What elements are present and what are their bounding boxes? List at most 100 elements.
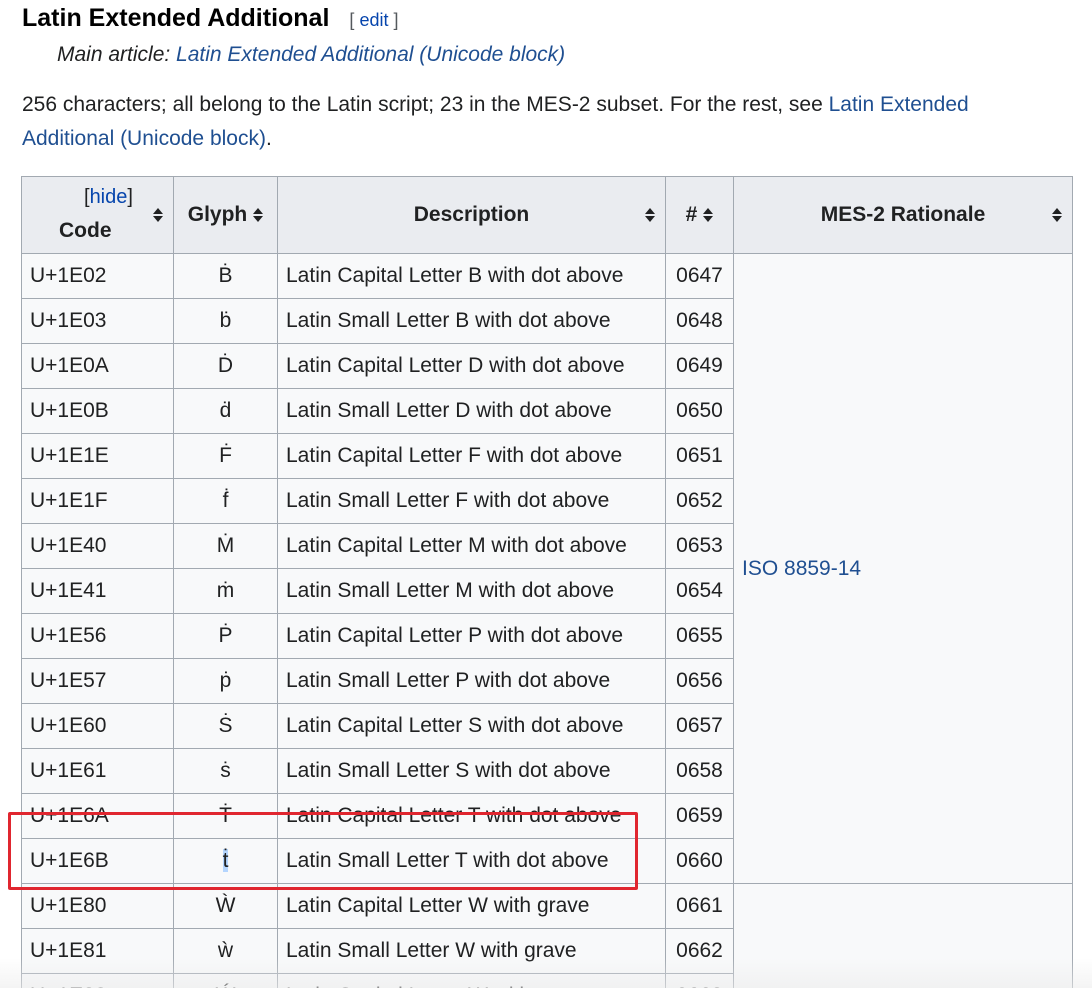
sort-icon[interactable] <box>1052 208 1062 222</box>
description-cell: Latin Capital Letter B with dot above <box>277 253 666 299</box>
number-cell: 0647 <box>665 253 734 299</box>
description-cell: Latin Capital Letter F with dot above <box>277 433 666 479</box>
code-header-label: Code <box>59 219 112 242</box>
description-header[interactable]: Description <box>277 176 666 254</box>
code-cell: U+1E80 <box>21 883 174 929</box>
code-cell: U+1E61 <box>21 748 174 794</box>
number-cell: 0658 <box>665 748 734 794</box>
number-cell: 0651 <box>665 433 734 479</box>
glyph-cell: ḟ <box>173 478 278 524</box>
number-header-label: # <box>685 203 698 226</box>
number-cell: 0650 <box>665 388 734 434</box>
edit-bracket-open: [ <box>349 10 355 30</box>
glyph-cell: Ḃ <box>173 253 278 299</box>
section-heading: Latin Extended Additional [ edit ] <box>22 4 399 33</box>
sort-icon[interactable] <box>645 208 655 222</box>
glyph-cell: Ṫ <box>173 793 278 839</box>
number-header[interactable]: # <box>665 176 734 254</box>
glyph-cell: Ḟ <box>173 433 278 479</box>
number-cell: 0649 <box>665 343 734 389</box>
code-header[interactable]: [hide] Code <box>21 176 174 254</box>
code-cell: U+1E02 <box>21 253 174 299</box>
description-cell: Latin Capital Letter W with grave <box>277 883 666 929</box>
code-cell: U+1E57 <box>21 658 174 704</box>
intro-end: . <box>265 127 272 150</box>
description-cell: Latin Small Letter P with dot above <box>277 658 666 704</box>
description-cell: Latin Capital Letter M with dot above <box>277 523 666 569</box>
number-cell: 0662 <box>665 928 734 974</box>
glyph-cell: ḋ <box>173 388 278 434</box>
number-cell: 0660 <box>665 838 734 884</box>
description-cell: Latin Capital Letter T with dot above <box>277 793 666 839</box>
number-cell: 0654 <box>665 568 734 614</box>
code-cell: U+1E0B <box>21 388 174 434</box>
glyph-cell: ṗ <box>173 658 278 704</box>
glyph-cell: Ḋ <box>173 343 278 389</box>
edit-section: [ edit ] <box>349 10 398 31</box>
code-cell: U+1E03 <box>21 298 174 344</box>
number-cell: 0648 <box>665 298 734 344</box>
code-cell: U+1E1F <box>21 478 174 524</box>
sort-icon[interactable] <box>153 208 163 222</box>
glyph-cell: Ṁ <box>173 523 278 569</box>
sort-icon[interactable] <box>253 208 264 223</box>
number-cell: 0663 <box>665 973 734 988</box>
code-cell: U+1E60 <box>21 703 174 749</box>
glyph-cell: ṁ <box>173 568 278 614</box>
rationale-cell-empty <box>733 883 1073 988</box>
description-cell: Latin Small Letter M with dot above <box>277 568 666 614</box>
intro-text: 256 characters; all belong to the Latin … <box>22 93 829 116</box>
table-row: U+1E80 Ẁ Latin Capital Letter W with gra… <box>21 883 1073 988</box>
hide-bracket-close: ] <box>127 186 133 208</box>
number-cell: 0659 <box>665 793 734 839</box>
sort-icon[interactable] <box>703 208 714 223</box>
section-title: Latin Extended Additional <box>22 4 330 32</box>
code-cell: U+1E6B <box>21 838 174 884</box>
hide-toggle: [hide] <box>84 186 133 209</box>
rationale-cell: ISO 8859-14 <box>733 253 1073 884</box>
characters-table: [hide] Code Glyph Description # MES-2 Ra… <box>21 176 1073 988</box>
code-cell: U+1E6A <box>21 793 174 839</box>
description-cell: Latin Small Letter D with dot above <box>277 388 666 434</box>
glyph-header-label: Glyph <box>187 203 248 226</box>
glyph-cell: Ẃ <box>173 973 278 988</box>
code-cell: U+1E56 <box>21 613 174 659</box>
table-header-row: [hide] Code Glyph Description # MES-2 Ra… <box>21 176 1073 254</box>
page: Latin Extended Additional [ edit ] Main … <box>0 0 1092 988</box>
description-header-label: Description <box>413 203 530 226</box>
number-cell: 0655 <box>665 613 734 659</box>
description-cell: Latin Small Letter F with dot above <box>277 478 666 524</box>
code-cell: U+1E82 <box>21 973 174 988</box>
main-article-link[interactable]: Latin Extended Additional (Unicode block… <box>176 43 565 66</box>
code-cell: U+1E1E <box>21 433 174 479</box>
code-cell: U+1E0A <box>21 343 174 389</box>
glyph-cell-selected[interactable]: ṫ <box>173 838 278 884</box>
description-cell: Latin Capital Letter W with acute <box>277 973 666 988</box>
description-cell: Latin Capital Letter D with dot above <box>277 343 666 389</box>
glyph-cell: Ṗ <box>173 613 278 659</box>
edit-link[interactable]: edit <box>359 10 388 30</box>
number-cell: 0661 <box>665 883 734 929</box>
rationale-header-label: MES-2 Rationale <box>820 203 986 226</box>
glyph-header[interactable]: Glyph <box>173 176 278 254</box>
hatnote-prefix: Main article: <box>57 43 177 66</box>
glyph-cell: Ẁ <box>173 883 278 929</box>
number-cell: 0653 <box>665 523 734 569</box>
rationale-link[interactable]: ISO 8859-14 <box>742 557 861 580</box>
glyph-cell: ṡ <box>173 748 278 794</box>
number-cell: 0657 <box>665 703 734 749</box>
code-cell: U+1E41 <box>21 568 174 614</box>
description-cell: Latin Small Letter T with dot above <box>277 838 666 884</box>
edit-bracket-close: ] <box>393 10 399 30</box>
glyph-cell: ḃ <box>173 298 278 344</box>
description-cell: Latin Capital Letter P with dot above <box>277 613 666 659</box>
number-cell: 0656 <box>665 658 734 704</box>
number-cell: 0652 <box>665 478 734 524</box>
intro-paragraph: 256 characters; all belong to the Latin … <box>22 88 1062 156</box>
description-cell: Latin Small Letter W with grave <box>277 928 666 974</box>
code-cell: U+1E81 <box>21 928 174 974</box>
hide-link[interactable]: hide <box>90 186 128 208</box>
rationale-header[interactable]: MES-2 Rationale <box>733 176 1073 254</box>
description-cell: Latin Small Letter B with dot above <box>277 298 666 344</box>
code-cell: U+1E40 <box>21 523 174 569</box>
